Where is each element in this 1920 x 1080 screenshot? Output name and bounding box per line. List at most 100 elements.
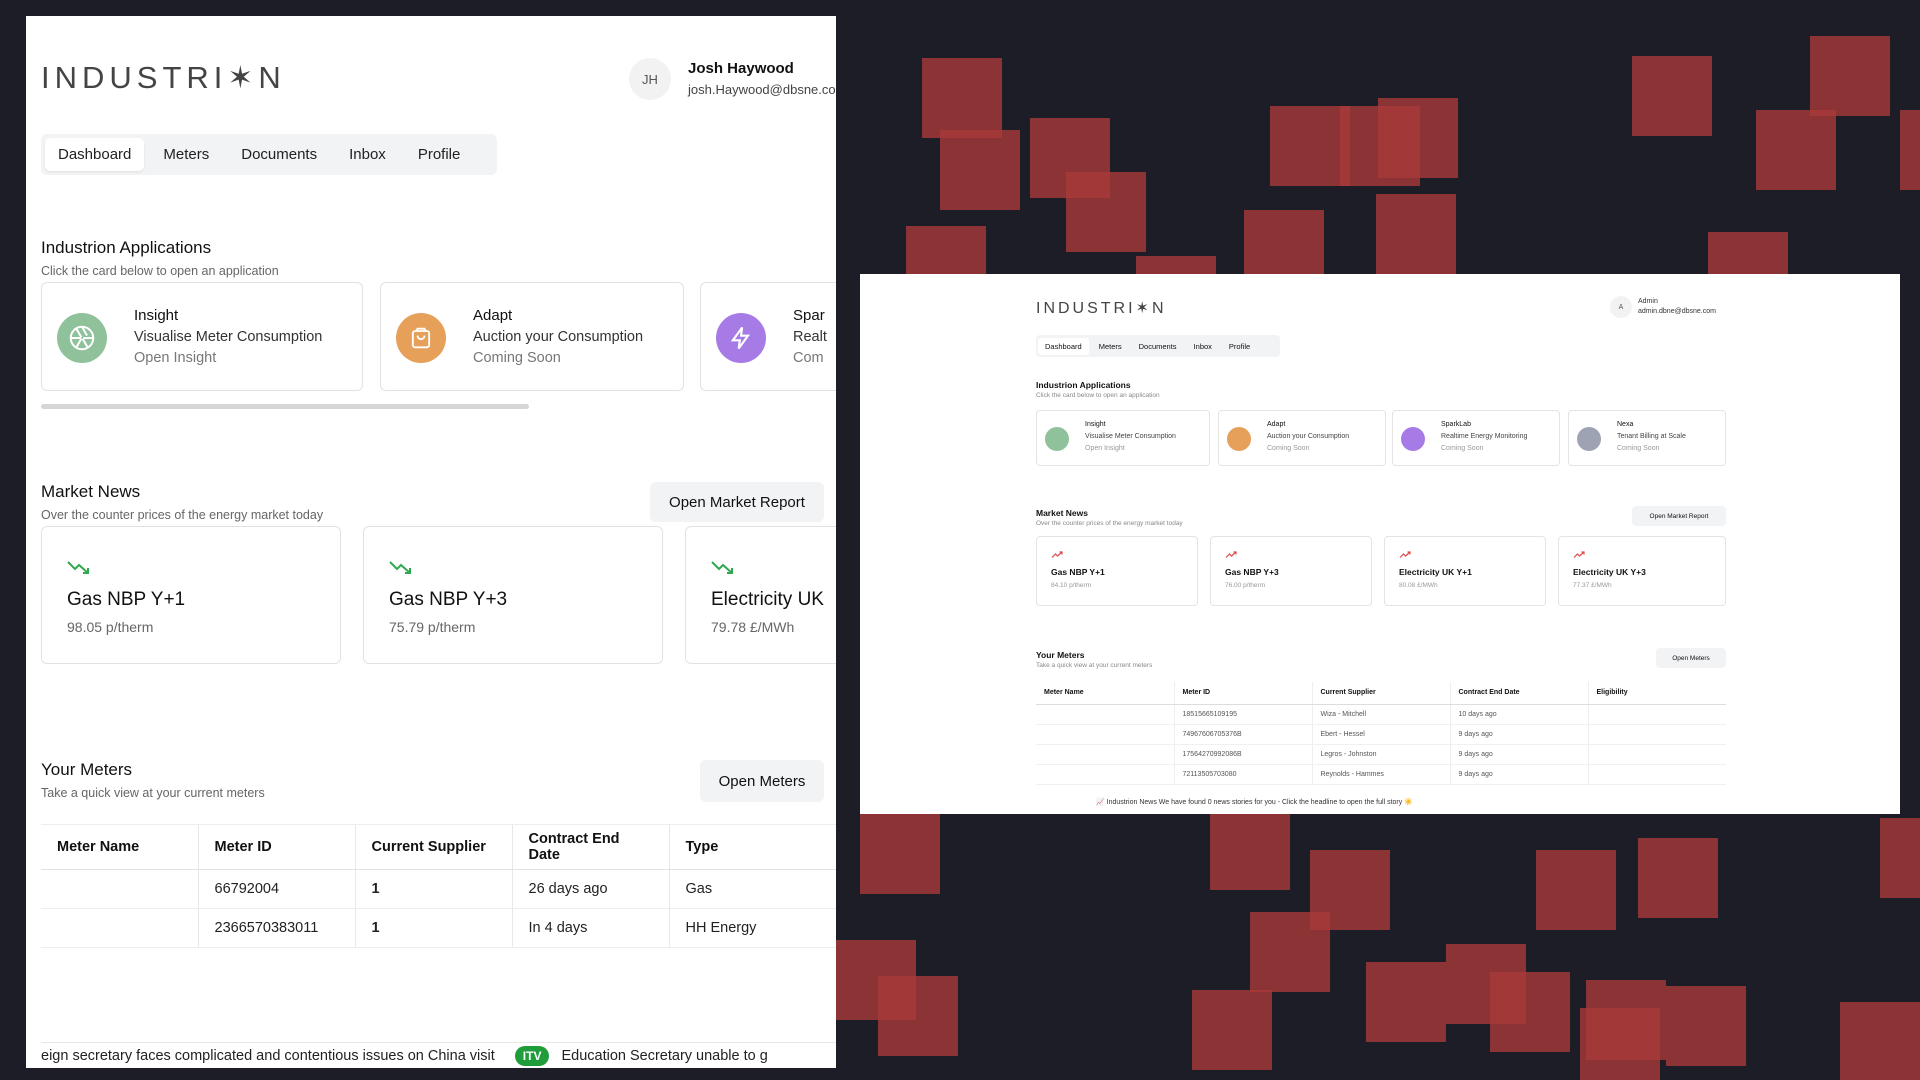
preview-app-name: SparkLab: [1441, 421, 1471, 428]
aperture-icon: [1045, 427, 1069, 451]
app-card-spark[interactable]: Spar Realt Com: [700, 282, 836, 391]
preview-app-name: Nexa: [1617, 421, 1634, 428]
open-meters-button[interactable]: Open Meters: [700, 760, 824, 802]
preview-cell: 10 days ago: [1449, 704, 1588, 725]
preview-cell: 17564270992086B: [1173, 744, 1312, 765]
preview-app-status: Coming Soon: [1617, 445, 1660, 452]
column-header[interactable]: Type: [668, 824, 836, 870]
table-row[interactable]: 2366570383011 1 In 4 days HH Energy: [41, 908, 836, 948]
app-description: Realt: [793, 329, 827, 345]
preview-news-name: Electricity UK Y+1: [1399, 567, 1472, 577]
preview-apps-title: Industrion Applications: [1036, 380, 1131, 390]
preview-news-price: 77.37 £/MWh: [1573, 582, 1612, 589]
preview-table-row: 18515665109195 Wiza - Mitchell 10 days a…: [1036, 704, 1726, 725]
news-card[interactable]: Gas NBP Y+1 98.05 p/therm: [41, 526, 341, 664]
news-card[interactable]: Gas NBP Y+3 75.79 p/therm: [363, 526, 663, 664]
preview-app-status: Open Insight: [1085, 445, 1125, 452]
preview-cell: 9 days ago: [1449, 744, 1588, 765]
tab-inbox[interactable]: Inbox: [336, 138, 399, 171]
app-card-adapt[interactable]: Adapt Auction your Consumption Coming So…: [380, 282, 684, 391]
preview-column-header: Current Supplier: [1311, 682, 1450, 705]
preview-cell: Ebert - Hessel: [1311, 724, 1450, 745]
preview-cell: [1036, 764, 1174, 785]
preview-app-card: Insight Visualise Meter Consumption Open…: [1036, 410, 1210, 466]
applications-title: Industrion Applications: [41, 238, 212, 257]
avatar[interactable]: JH: [629, 58, 671, 100]
preview-column-header: Contract End Date: [1449, 682, 1588, 705]
news-price: 98.05 p/therm: [67, 619, 154, 635]
ticker-headline[interactable]: Education Secretary unable to g: [561, 1048, 767, 1064]
lightning-icon: [716, 313, 766, 363]
preview-apps-subtitle: Click the card below to open an applicat…: [1036, 392, 1160, 399]
open-market-report-button[interactable]: Open Market Report: [650, 482, 824, 522]
trend-up-icon: [1573, 551, 1585, 558]
preview-user-name: Admin: [1638, 298, 1658, 305]
preview-app-name: Insight: [1085, 421, 1106, 428]
preview-window: INDUSTRI✶N A Admin admin.dbne@dbsne.com …: [860, 274, 1900, 814]
preview-cell: [1587, 744, 1726, 765]
trend-down-icon: [67, 561, 89, 574]
table-cell: 1: [354, 908, 512, 948]
app-description: Visualise Meter Consumption: [134, 329, 323, 345]
app-card-insight[interactable]: Insight Visualise Meter Consumption Open…: [41, 282, 363, 391]
table-cell: 2366570383011: [197, 908, 355, 948]
preview-cell: Reynolds - Hammes: [1311, 764, 1450, 785]
app-description: Auction your Consumption: [473, 329, 644, 345]
preview-meters-table: Meter Name Meter ID Current Supplier Con…: [1036, 682, 1726, 785]
preview-cell: [1036, 724, 1174, 745]
table-cell: In 4 days: [511, 908, 669, 948]
market-news-title: Market News: [41, 482, 141, 501]
trend-up-icon: [1399, 551, 1411, 558]
preview-logo: INDUSTRI✶N: [1036, 300, 1167, 317]
preview-meters-subtitle: Take a quick view at your current meters: [1036, 662, 1153, 669]
preview-cell: [1036, 744, 1174, 765]
column-header[interactable]: Current Supplier: [354, 824, 512, 870]
column-header[interactable]: Contract End Date: [511, 824, 669, 870]
meters-subtitle: Take a quick view at your current meters: [41, 786, 265, 800]
table-cell: [41, 908, 198, 948]
preview-cell: [1587, 704, 1726, 725]
preview-tab: Inbox: [1193, 341, 1212, 351]
table-cell: HH Energy: [668, 908, 836, 948]
table-header-row: Meter Name Meter ID Current Supplier Con…: [41, 824, 836, 870]
preview-cell: 74967606705376B: [1173, 724, 1312, 745]
tab-documents[interactable]: Documents: [228, 138, 330, 171]
news-card[interactable]: Electricity UK 79.78 £/MWh: [685, 526, 836, 664]
preview-cell: 9 days ago: [1449, 764, 1588, 785]
preview-meters-title: Your Meters: [1036, 650, 1085, 660]
preview-app-desc: Visualise Meter Consumption: [1085, 433, 1176, 440]
preview-column-header: Eligibility: [1587, 682, 1726, 705]
table-row[interactable]: 66792004 1 26 days ago Gas: [41, 869, 836, 909]
preview-news-subtitle: Over the counter prices of the energy ma…: [1036, 520, 1183, 527]
preview-app-status: Coming Soon: [1441, 445, 1484, 452]
tab-dashboard[interactable]: Dashboard: [45, 138, 145, 171]
preview-table-header: Meter Name Meter ID Current Supplier Con…: [1036, 682, 1726, 705]
preview-column-header: Meter ID: [1173, 682, 1312, 705]
tab-profile[interactable]: Profile: [405, 138, 474, 171]
column-header[interactable]: Meter Name: [41, 824, 198, 870]
trend-up-icon: [1051, 551, 1063, 558]
preview-news-price: 84.10 p/therm: [1051, 582, 1092, 589]
app-status: Com: [793, 350, 824, 366]
carousel-scrollbar[interactable]: [41, 404, 529, 409]
preview-open-meters-button: Open Meters: [1656, 648, 1726, 668]
preview-news-price: 80.08 £/MWh: [1399, 582, 1438, 589]
brand-logo[interactable]: INDUSTRI✶N: [41, 60, 286, 96]
applications-carousel: Insight Visualise Meter Consumption Open…: [41, 282, 836, 397]
ticker-headline[interactable]: eign secretary faces complicated and con…: [41, 1048, 495, 1064]
news-name: Electricity UK: [711, 589, 824, 610]
market-news-carousel: Gas NBP Y+1 98.05 p/therm Gas NBP Y+3 75…: [41, 526, 836, 676]
app-name: Insight: [134, 307, 179, 324]
preview-app-desc: Tenant Billing at Scale: [1617, 433, 1686, 440]
trend-down-icon: [711, 561, 733, 574]
tab-meters[interactable]: Meters: [150, 138, 222, 171]
app-name: Spar: [793, 307, 825, 324]
preview-nav-tabs: Dashboard Meters Documents Inbox Profile: [1036, 335, 1280, 357]
app-name: Adapt: [473, 307, 513, 324]
news-ticker[interactable]: eign secretary faces complicated and con…: [41, 1042, 836, 1068]
preview-cell: 72113505703080: [1173, 764, 1312, 785]
preview-avatar: A: [1610, 296, 1632, 318]
column-header[interactable]: Meter ID: [197, 824, 355, 870]
preview-app-name: Adapt: [1267, 421, 1286, 428]
applications-subtitle: Click the card below to open an applicat…: [41, 264, 279, 278]
